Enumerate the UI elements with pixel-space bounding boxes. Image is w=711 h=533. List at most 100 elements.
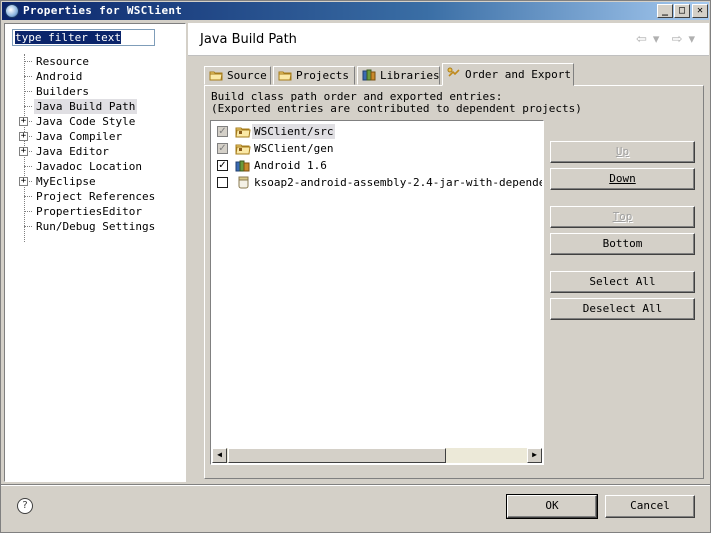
tree-item-label: Java Build Path: [34, 99, 138, 114]
classpath-entry-list[interactable]: ✓ WSClient/src ✓ WSClient/gen ✓ Android 1.6 ks…: [210, 120, 544, 465]
export-checkbox[interactable]: ✓: [217, 126, 228, 137]
down-button[interactable]: Down: [550, 168, 695, 190]
scroll-right-arrow-icon[interactable]: ▶: [527, 448, 542, 463]
tree-item[interactable]: Builders: [5, 84, 185, 99]
tree-item[interactable]: + Java Compiler: [5, 129, 185, 144]
classpath-entry[interactable]: ✓ Android 1.6: [212, 157, 542, 174]
cancel-button[interactable]: Cancel: [605, 495, 695, 518]
history-nav: ⇦ ▾ ⇨ ▾: [632, 32, 697, 47]
classpath-entry-label: Android 1.6: [254, 159, 327, 172]
description-line-2: (Exported entries are contributed to dep…: [211, 102, 582, 115]
tree-item-label: Javadoc Location: [36, 160, 142, 173]
android-library-icon: [235, 159, 251, 172]
tree-item-label: PropertiesEditor: [36, 205, 142, 218]
expand-icon[interactable]: +: [19, 132, 28, 141]
jar-icon: [235, 176, 251, 189]
tab-projects[interactable]: Projects: [273, 66, 355, 85]
classpath-entry-label: WSClient/src: [252, 124, 336, 139]
export-checkbox[interactable]: ✓: [217, 160, 228, 171]
tree-item-label: Resource: [36, 55, 89, 68]
expand-icon[interactable]: +: [19, 117, 28, 126]
tree-item[interactable]: + MyEclipse: [5, 174, 185, 189]
tree-connector: [24, 106, 32, 107]
back-arrow-icon[interactable]: ⇦: [636, 32, 649, 47]
classpath-entry-label: ksoap2-android-assembly-2.4-jar-with-dep…: [254, 176, 542, 189]
scroll-thumb[interactable]: [228, 448, 446, 463]
tab-label: Order and Export: [465, 68, 571, 81]
forward-menu-icon[interactable]: ▾: [688, 32, 697, 47]
scroll-left-arrow-icon[interactable]: ◀: [212, 448, 227, 463]
tab-label: Projects: [296, 69, 349, 82]
tree-item-label: Java Compiler: [36, 130, 123, 143]
forward-arrow-icon[interactable]: ⇨: [672, 32, 685, 47]
close-button[interactable]: ✕: [692, 4, 708, 18]
help-icon[interactable]: ?: [17, 498, 33, 514]
tree-connector: [24, 196, 32, 197]
horizontal-scrollbar[interactable]: ◀ ▶: [212, 448, 542, 463]
tab-libraries[interactable]: Libraries: [357, 66, 440, 85]
tree-item-label: Java Editor: [36, 145, 109, 158]
classpath-entry[interactable]: ✓ WSClient/gen: [212, 140, 542, 157]
tree-connector: [24, 91, 32, 92]
export-checkbox[interactable]: [217, 177, 228, 188]
tree-item-label: Run/Debug Settings: [36, 220, 156, 233]
deselect-all-button[interactable]: Deselect All: [550, 298, 695, 320]
tree-item[interactable]: Resource: [5, 54, 185, 69]
tab-source[interactable]: Source: [204, 66, 271, 85]
tree-item-label: Android: [36, 70, 83, 83]
property-page: Java Build Path ⇦ ▾ ⇨ ▾ Source Projects Libr…: [188, 23, 709, 482]
preference-tree-pane: type filter text Resource Android Builders…: [4, 23, 186, 482]
classpath-entries: ✓ WSClient/src ✓ WSClient/gen ✓ Android 1.6 ks…: [212, 122, 542, 448]
expand-icon[interactable]: +: [19, 147, 28, 156]
tree-connector: [24, 61, 32, 62]
classpath-entry[interactable]: ksoap2-android-assembly-2.4-jar-with-dep…: [212, 174, 542, 191]
tree-item[interactable]: + Java Editor: [5, 144, 185, 159]
libraries-icon: [362, 69, 376, 81]
tree-connector: [24, 166, 32, 167]
app-icon: [5, 4, 19, 18]
tab-order-and-export[interactable]: Order and Export: [442, 63, 574, 86]
filter-input[interactable]: type filter text: [12, 29, 155, 46]
minimize-button[interactable]: _: [657, 4, 673, 18]
order-description: Build class path order and exported entr…: [211, 91, 582, 115]
filter-placeholder: type filter text: [15, 31, 121, 44]
classpath-entry[interactable]: ✓ WSClient/src: [212, 123, 542, 140]
tree-item[interactable]: + Java Code Style: [5, 114, 185, 129]
order-export-panel: Build class path order and exported entr…: [204, 85, 704, 479]
classpath-entry-label: WSClient/gen: [254, 142, 334, 155]
tree-connector: [24, 226, 32, 227]
tree-item[interactable]: Java Build Path: [5, 99, 185, 114]
up-button[interactable]: Up: [550, 141, 695, 163]
tree-item-label: Project References: [36, 190, 156, 203]
properties-dialog: Properties for WSClient _ □ ✕ type filte…: [0, 0, 711, 533]
project-folder-icon: [278, 69, 292, 81]
window-title: Properties for WSClient: [23, 4, 183, 17]
order-export-icon: [447, 67, 461, 79]
dialog-divider: [1, 484, 710, 486]
page-header: Java Build Path ⇦ ▾ ⇨ ▾: [188, 23, 709, 56]
expand-icon[interactable]: +: [19, 177, 28, 186]
top-button[interactable]: Top: [550, 206, 695, 228]
tree-connector: [24, 76, 32, 77]
tree-item[interactable]: Project References: [5, 189, 185, 204]
ok-button[interactable]: OK: [506, 494, 598, 519]
select-all-button[interactable]: Select All: [550, 271, 695, 293]
tree-item-label: MyEclipse: [36, 175, 96, 188]
back-menu-icon[interactable]: ▾: [653, 32, 662, 47]
tree-item-label: Java Code Style: [36, 115, 136, 128]
tree-connector: [24, 211, 32, 212]
maximize-button[interactable]: □: [674, 4, 690, 18]
tree-item[interactable]: Javadoc Location: [5, 159, 185, 174]
bottom-button[interactable]: Bottom: [550, 233, 695, 255]
tree-item[interactable]: Run/Debug Settings: [5, 219, 185, 234]
export-checkbox[interactable]: ✓: [217, 143, 228, 154]
tab-label: Libraries: [380, 69, 440, 82]
page-title: Java Build Path: [200, 32, 297, 47]
tree-item[interactable]: PropertiesEditor: [5, 204, 185, 219]
source-folder-icon: [235, 142, 251, 155]
tree-item[interactable]: Android: [5, 69, 185, 84]
tree-item-label: Builders: [36, 85, 89, 98]
title-bar[interactable]: Properties for WSClient _ □ ✕: [2, 2, 709, 20]
source-folder-icon: [235, 125, 251, 138]
source-folder-icon: [209, 69, 223, 81]
